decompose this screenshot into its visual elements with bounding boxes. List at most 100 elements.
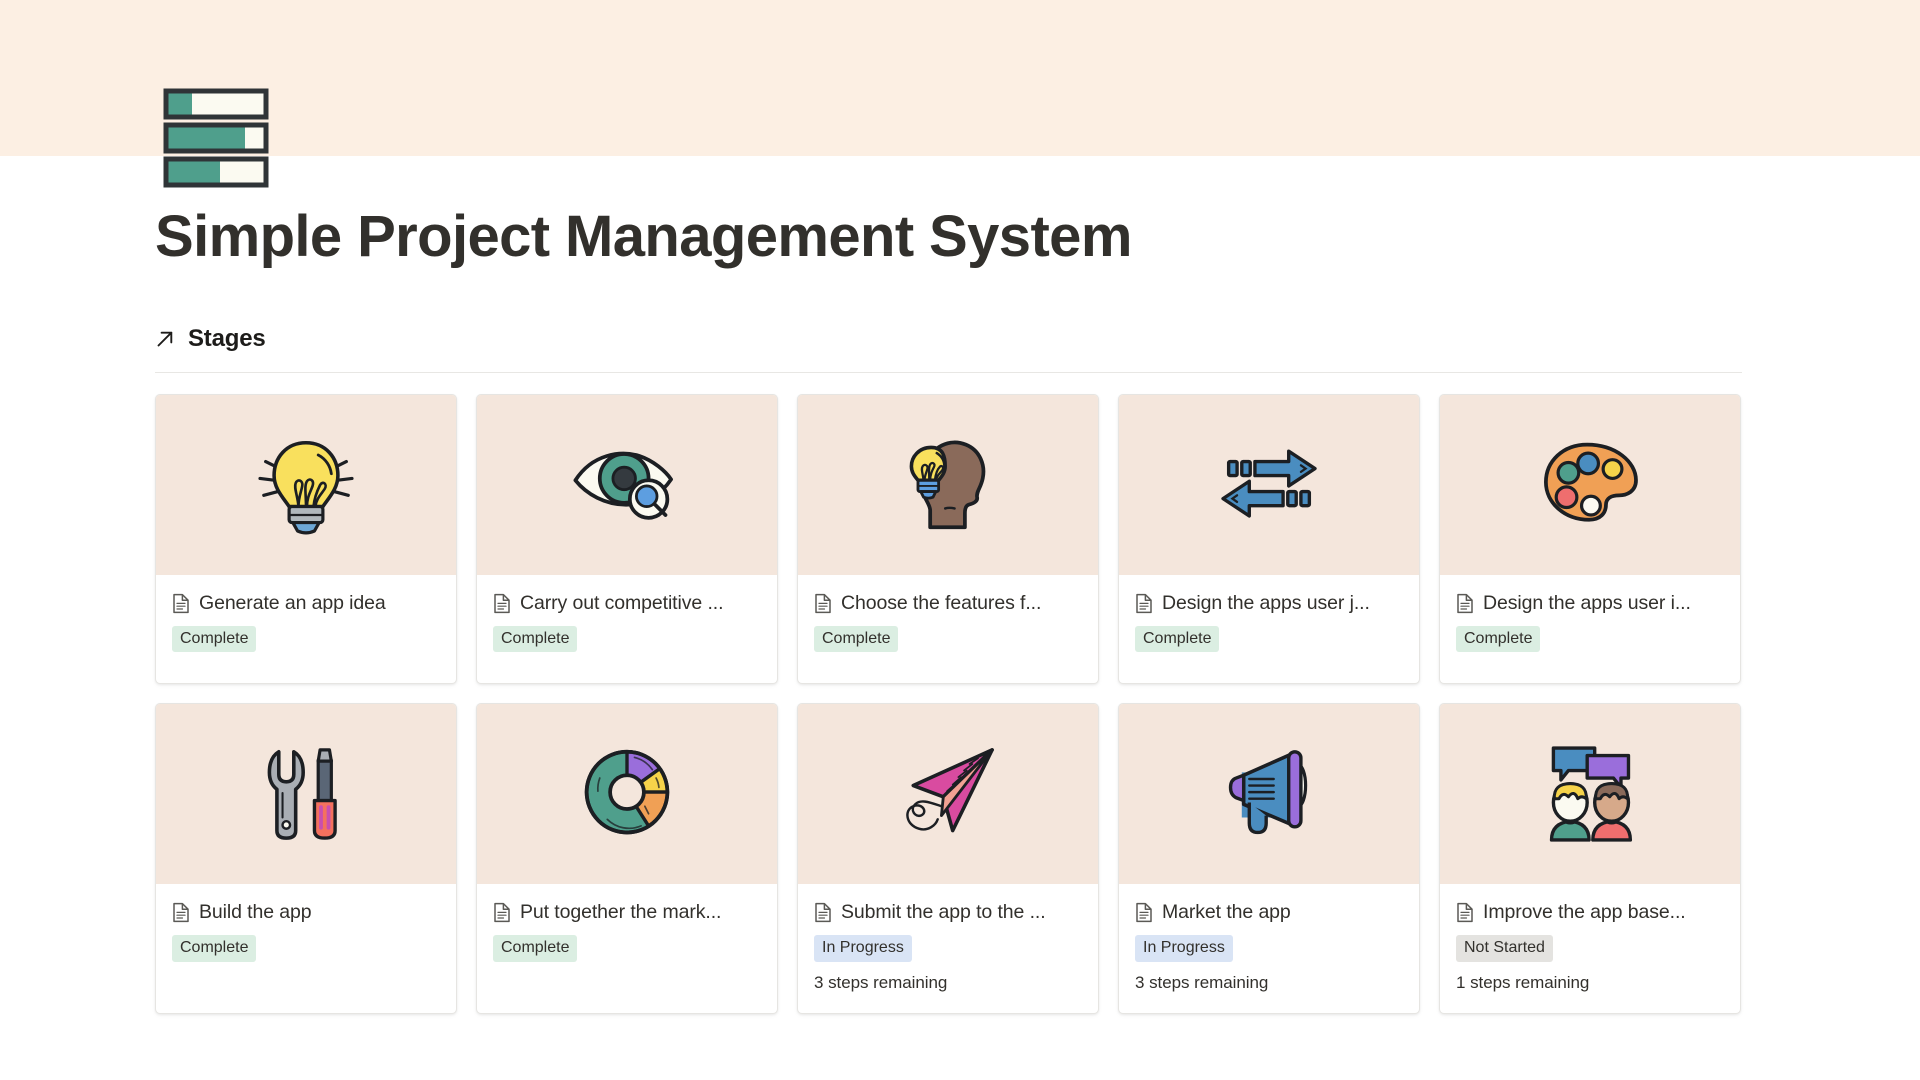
status-badge: Complete [172, 625, 257, 653]
status-badge: In Progress [814, 935, 912, 962]
card-title-row: Put together the mark... [493, 901, 761, 924]
card-body: Improve the app base... Not Started 1 st… [1440, 884, 1740, 1013]
card-body: Carry out competitive ... Complete [477, 575, 777, 684]
stage-card[interactable]: Carry out competitive ... Complete [476, 393, 778, 685]
section-title: Stages [188, 324, 266, 352]
card-title: Put together the mark... [520, 901, 722, 924]
card-body: Put together the mark... Complete [477, 884, 777, 1013]
status-badge-row: Complete [1456, 625, 1724, 653]
page-content: Simple Project Management System Stages [0, 0, 1920, 1014]
status-badge-row: Complete [493, 935, 761, 962]
card-title: Carry out competitive ... [520, 591, 724, 614]
card-cover [477, 704, 777, 885]
status-badge-row: In Progress [1135, 935, 1403, 962]
stage-card[interactable]: Submit the app to the ... In Progress 3 … [797, 703, 1099, 1014]
megaphone-icon [1208, 733, 1330, 855]
card-title-row: Market the app [1135, 901, 1403, 924]
status-badge-row: Complete [172, 625, 440, 653]
document-icon [1135, 593, 1153, 614]
card-title-row: Choose the features f... [814, 592, 1082, 615]
stage-card[interactable]: Market the app In Progress 3 steps remai… [1118, 703, 1420, 1014]
paint-palette-icon [1529, 424, 1651, 546]
card-title: Market the app [1162, 901, 1291, 924]
stage-card[interactable]: Build the app Complete [155, 703, 457, 1014]
document-icon [814, 593, 832, 614]
card-title-row: Submit the app to the ... [814, 901, 1082, 924]
status-badge-row: Complete [814, 625, 1082, 653]
section-divider [155, 371, 1742, 373]
stage-card[interactable]: Generate an app idea Complete [155, 393, 457, 685]
card-title-row: Carry out competitive ... [493, 592, 761, 615]
lightbulb-icon [245, 424, 367, 546]
card-title: Design the apps user i... [1483, 591, 1691, 614]
status-badge-row: Complete [493, 625, 761, 653]
steps-remaining-text: 3 steps remaining [1135, 972, 1269, 992]
card-body: Design the apps user i... Complete [1440, 575, 1740, 684]
paper-plane-icon [887, 733, 1009, 855]
card-title: Choose the features f... [841, 591, 1042, 614]
status-badge: Complete [814, 625, 899, 653]
card-cover [477, 394, 777, 575]
card-title: Generate an app idea [199, 591, 386, 614]
card-cover [798, 704, 1098, 885]
stage-card[interactable]: Improve the app base... Not Started 1 st… [1439, 703, 1741, 1014]
document-icon [493, 593, 511, 614]
page-title: Simple Project Management System [155, 204, 1132, 269]
status-badge: Complete [1135, 625, 1220, 653]
card-body: Market the app In Progress 3 steps remai… [1119, 884, 1419, 1013]
card-body: Build the app Complete [156, 884, 456, 1013]
card-cover [1440, 704, 1740, 885]
stage-card[interactable]: Design the apps user j... Complete [1118, 393, 1420, 685]
card-cover [1119, 704, 1419, 885]
status-badge-row: In Progress [814, 935, 1082, 962]
head-lightbulb-icon [887, 424, 1009, 546]
status-badge-row: Complete [172, 935, 440, 962]
document-icon [1135, 902, 1153, 923]
card-cover [156, 704, 456, 885]
document-icon [172, 902, 190, 923]
card-title-row: Design the apps user j... [1135, 592, 1403, 615]
steps-remaining-text: 1 steps remaining [1456, 972, 1590, 992]
card-title-row: Build the app [172, 901, 440, 924]
progress-bars-icon[interactable] [163, 88, 269, 188]
card-title: Improve the app base... [1483, 901, 1686, 924]
status-badge: Complete [172, 935, 257, 962]
card-cover [1440, 394, 1740, 575]
document-icon [172, 593, 190, 614]
card-body: Generate an app idea Complete [156, 575, 456, 684]
card-spacer [172, 973, 440, 993]
card-body: Submit the app to the ... In Progress 3 … [798, 884, 1098, 1013]
status-badge: Complete [493, 935, 578, 962]
card-title-row: Generate an app idea [172, 592, 440, 615]
card-cover [1119, 394, 1419, 575]
card-body: Design the apps user j... Complete [1119, 575, 1419, 684]
card-cover [156, 394, 456, 575]
stage-card[interactable]: Choose the features f... Complete [797, 393, 1099, 685]
steps-remaining-text: 3 steps remaining [814, 972, 948, 992]
stages-card-grid: Generate an app idea Complete Carry out … [155, 393, 1800, 1014]
status-badge: Complete [1456, 625, 1541, 653]
arrow-up-right-icon [155, 329, 175, 349]
status-badge: In Progress [1135, 935, 1233, 962]
document-icon [493, 902, 511, 923]
two-way-arrows-icon [1208, 424, 1330, 546]
card-body: Choose the features f... Complete [798, 575, 1098, 684]
document-icon [814, 902, 832, 923]
document-icon [1456, 902, 1474, 923]
card-title: Design the apps user j... [1162, 591, 1370, 614]
status-badge: Complete [493, 625, 578, 653]
card-title-row: Improve the app base... [1456, 901, 1724, 924]
document-icon [1456, 593, 1474, 614]
section-header[interactable]: Stages [155, 325, 1800, 353]
card-spacer [493, 973, 761, 993]
card-title-row: Design the apps user i... [1456, 592, 1724, 615]
people-speech-bubbles-icon [1529, 733, 1651, 855]
stage-card[interactable]: Put together the mark... Complete [476, 703, 778, 1014]
card-cover [798, 394, 1098, 575]
page-root: Simple Project Management System Stages [0, 0, 1920, 1080]
status-badge-row: Complete [1135, 625, 1403, 653]
card-title: Submit the app to the ... [841, 901, 1046, 924]
stage-card[interactable]: Design the apps user i... Complete [1439, 393, 1741, 685]
eye-magnifier-icon [566, 424, 688, 546]
donut-chart-icon [566, 733, 688, 855]
